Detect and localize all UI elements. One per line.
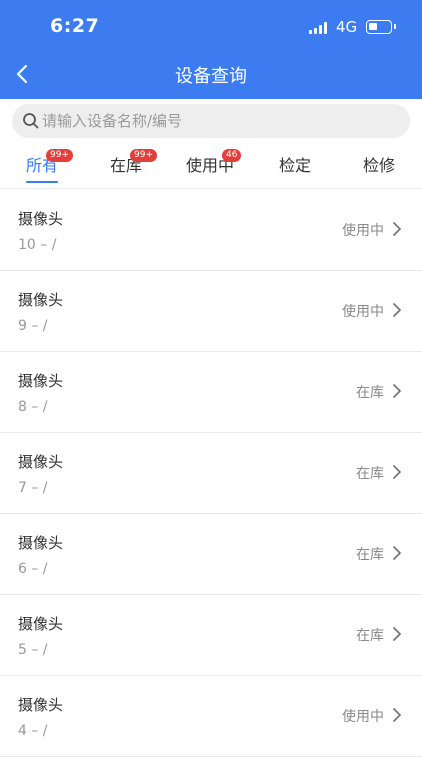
count-badge: 99+ <box>46 149 73 162</box>
device-status: 使用中 <box>342 223 384 239</box>
list-item[interactable]: 摄像头 4 – / 使用中 <box>0 676 422 757</box>
list-item[interactable]: 摄像头 8 – / 在库 <box>0 352 422 433</box>
signal-icon <box>309 22 329 34</box>
chevron-right-icon <box>393 546 401 560</box>
search-bar <box>0 99 422 145</box>
device-name: 摄像头 <box>18 453 64 471</box>
device-code: 8 – / <box>18 399 48 415</box>
tab-in-stock[interactable]: 在库 99+ <box>84 145 168 189</box>
device-status: 使用中 <box>342 304 384 320</box>
tab-label: 检修 <box>362 156 395 175</box>
chevron-right-icon <box>393 465 401 479</box>
device-name: 摄像头 <box>18 210 64 228</box>
chevron-right-icon <box>393 708 401 722</box>
filter-tabs: 所有 99+ 在库 99+ 使用中 46 检定 检修 <box>0 145 422 189</box>
chevron-right-icon <box>393 303 401 317</box>
chevron-right-icon <box>393 384 401 398</box>
search-icon <box>23 113 39 129</box>
list-item[interactable]: 摄像头 5 – / 在库 <box>0 595 422 676</box>
list-item[interactable]: 摄像头 9 – / 使用中 <box>0 271 422 352</box>
device-name: 摄像头 <box>18 291 64 309</box>
device-code: 7 – / <box>18 480 48 496</box>
device-code: 6 – / <box>18 561 48 577</box>
device-code: 10 – / <box>18 237 57 253</box>
list-item[interactable]: 摄像头 10 – / 使用中 <box>0 190 422 271</box>
list-item[interactable]: 摄像头 7 – / 在库 <box>0 433 422 514</box>
list-item[interactable]: 摄像头 6 – / 在库 <box>0 514 422 595</box>
device-name: 摄像头 <box>18 696 64 714</box>
device-name: 摄像头 <box>18 534 64 552</box>
device-status: 在库 <box>356 547 384 563</box>
tab-all[interactable]: 所有 99+ <box>0 145 84 189</box>
active-tab-indicator <box>26 181 58 183</box>
search-input[interactable] <box>42 104 402 138</box>
device-status: 在库 <box>356 385 384 401</box>
search-box[interactable] <box>12 104 410 138</box>
device-code: 5 – / <box>18 642 48 658</box>
chevron-right-icon <box>393 627 401 641</box>
device-status: 在库 <box>356 628 384 644</box>
device-code: 9 – / <box>18 318 48 334</box>
count-badge: 99+ <box>130 149 157 162</box>
device-name: 摄像头 <box>18 372 64 390</box>
network-type: 4G <box>336 18 358 36</box>
status-bar: 6:27 4G <box>0 0 422 50</box>
page-title: 设备查询 <box>175 66 247 87</box>
device-status: 使用中 <box>342 709 384 725</box>
battery-icon <box>366 20 396 34</box>
device-list: 摄像头 10 – / 使用中 摄像头 9 – / 使用中 摄像头 8 – / 在… <box>0 190 422 757</box>
count-badge: 46 <box>222 149 242 162</box>
chevron-right-icon <box>393 222 401 236</box>
tab-maintenance[interactable]: 检修 <box>337 145 421 189</box>
device-status: 在库 <box>356 466 384 482</box>
tab-label: 检定 <box>278 156 311 175</box>
tab-in-use[interactable]: 使用中 46 <box>168 145 252 189</box>
device-code: 4 – / <box>18 723 48 739</box>
tab-calibration[interactable]: 检定 <box>253 145 337 189</box>
device-name: 摄像头 <box>18 615 64 633</box>
status-time: 6:27 <box>50 15 100 37</box>
nav-bar: 设备查询 <box>0 50 422 99</box>
app-header: 6:27 4G 设备查询 <box>0 0 422 99</box>
